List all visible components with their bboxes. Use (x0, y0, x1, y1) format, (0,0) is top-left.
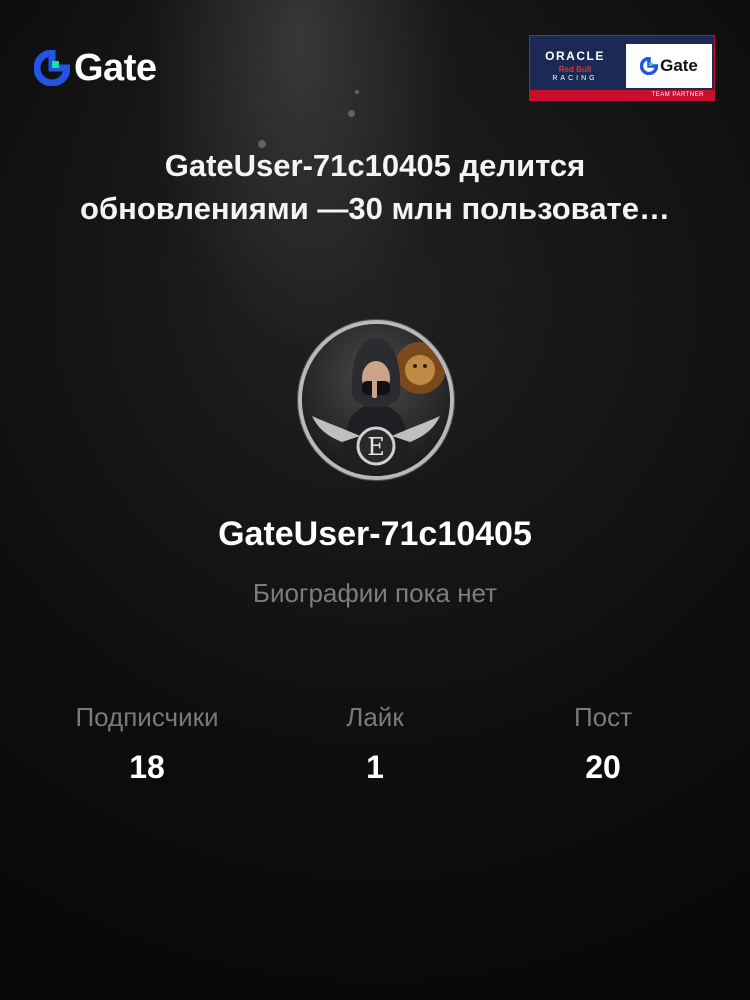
posts-count: 20 (585, 749, 621, 785)
bio-text: Биографии пока нет (252, 578, 498, 608)
oracle-text: ORACLE (545, 48, 605, 63)
posts-label: Пост (573, 702, 633, 732)
redbull-text: Red Bull (558, 64, 592, 74)
gate-logo-text: Gate (74, 46, 157, 89)
followers-stat[interactable]: Подписчики 18 (32, 702, 262, 786)
likes-count: 1 (366, 749, 384, 785)
username: GateUser-71c10405 (218, 515, 532, 553)
bokeh-dot (355, 90, 359, 94)
gate-logo-icon (34, 50, 70, 86)
followers-label: Подписчики (75, 702, 219, 732)
user-avatar[interactable]: E (298, 320, 454, 480)
gate-mini-icon (640, 57, 659, 75)
oracle-redbull-racing-logo: ORACLE Red Bull RACING (530, 36, 620, 94)
racing-text: RACING (552, 74, 598, 82)
gate-logo[interactable]: Gate (34, 46, 157, 89)
avatar-image-icon: E (302, 324, 450, 476)
share-headline: GateUser-71c10405 делится обновлениями —… (80, 148, 670, 226)
followers-count: 18 (129, 749, 165, 785)
posts-stat[interactable]: Пост 20 (488, 702, 718, 786)
gate-partner-logo: Gate (626, 44, 712, 88)
likes-label: Лайк (346, 702, 404, 732)
team-partner-strip: TEAM PARTNER (530, 90, 714, 100)
svg-text:E: E (367, 433, 385, 461)
gate-partner-text: Gate (660, 56, 698, 75)
team-partner-badge: ORACLE Red Bull RACING Gate TEAM PARTNER (529, 35, 715, 101)
bokeh-dot (348, 110, 355, 117)
likes-stat[interactable]: Лайк 1 (260, 702, 490, 786)
